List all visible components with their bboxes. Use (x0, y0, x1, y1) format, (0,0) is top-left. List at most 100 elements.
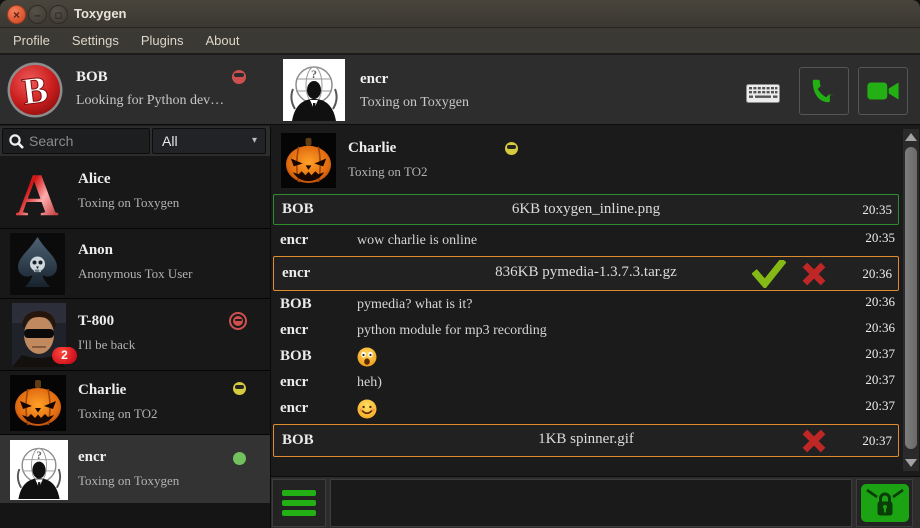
message-author: encr (280, 322, 308, 339)
menubar: Profile Settings Plugins About (0, 28, 920, 54)
contact-row-t800[interactable]: T-800 I'll be back 2 (0, 298, 270, 370)
message-file-transfer-pending: encr 836KB pymedia-1.3.7.3.tar.gz 20:36 (273, 256, 899, 291)
peer-status-message: Toxing on TO2 (348, 164, 428, 180)
message-author: BOB (280, 348, 312, 365)
message-author: encr (280, 374, 308, 391)
composer-bar (271, 476, 920, 528)
active-friend-status-message: Toxing on Toxygen (360, 95, 469, 111)
message-time: 20:35 (865, 230, 895, 246)
message-time: 20:35 (862, 202, 892, 218)
top-panel: B BOB Looking for Python dev… ? en (0, 55, 920, 125)
svg-text:?: ? (36, 450, 42, 462)
phone-icon (809, 76, 839, 106)
self-status-message: Looking for Python dev… (76, 93, 224, 109)
titlebar: × – ◻ Toxygen (0, 0, 920, 28)
message-file-transfer-done: BOB 6KB toxygen_inline.png 20:35 (273, 194, 899, 225)
avatar-pumpkin-icon (10, 375, 66, 431)
message-text: encr wow charlie is online 20:35 (272, 229, 901, 254)
self-status-busy-icon (232, 70, 246, 84)
search-input[interactable] (29, 129, 147, 153)
minimize-button[interactable]: – (28, 5, 47, 24)
avatar-pumpkin-icon (281, 133, 336, 188)
avatar-anonymous-icon: ? (283, 59, 345, 121)
message-body: pymedia? what is it? (357, 297, 472, 313)
message-time: 20:36 (865, 320, 895, 336)
svg-text:B: B (20, 69, 50, 114)
contact-name: Anon (78, 242, 113, 259)
message-input[interactable] (330, 479, 852, 527)
active-friend-name: encr (360, 71, 388, 88)
contact-status-away-icon (233, 382, 246, 395)
contact-name: Charlie (78, 382, 126, 399)
contact-status-busy-icon (229, 312, 247, 330)
self-name: BOB (76, 69, 108, 86)
peer-name: Charlie (348, 140, 396, 157)
contact-status-message: Anonymous Tox User (78, 266, 192, 282)
message-time: 20:37 (865, 346, 895, 362)
message-emoji: BOB 20:37 (272, 345, 901, 370)
message-author: BOB (280, 296, 312, 313)
toxygen-window: × – ◻ Toxygen Profile Settings Plugins A… (0, 0, 920, 528)
message-text: BOB pymedia? what is it? 20:36 (272, 293, 901, 318)
contact-status-online-icon (233, 452, 246, 465)
message-time: 20:36 (862, 266, 892, 282)
maximize-button[interactable]: ◻ (49, 5, 68, 24)
message-text: encr python module for mp3 recording 20:… (272, 319, 901, 344)
search-row: All ▾ (0, 126, 270, 156)
sidebar-footer (0, 503, 270, 528)
chat-menu-button[interactable] (272, 479, 326, 527)
message-author: encr (280, 232, 308, 249)
contact-filter-dropdown[interactable]: All ▾ (152, 128, 266, 154)
message-text: encr heh) 20:37 (272, 371, 901, 396)
smiling-face-emoji-icon (357, 399, 377, 424)
scroll-up-arrow-icon[interactable] (905, 133, 917, 141)
keyboard-icon[interactable] (746, 84, 780, 108)
search-icon (8, 133, 25, 155)
avatar-anonymous-icon: ? (10, 440, 68, 500)
avatar-spade-skull-icon (10, 233, 65, 295)
send-message-button[interactable] (856, 479, 913, 527)
encrypted-send-icon (860, 483, 910, 523)
contact-row-charlie[interactable]: Charlie Toxing on TO2 (0, 370, 270, 434)
avatar-bob-icon: B (7, 62, 63, 118)
close-button[interactable]: × (7, 5, 26, 24)
audio-call-button[interactable] (799, 67, 849, 115)
message-body: wow charlie is online (357, 233, 477, 249)
menu-plugins[interactable]: Plugins (130, 28, 195, 54)
chat-scrollbar[interactable] (903, 129, 919, 471)
message-time: 20:37 (862, 433, 892, 449)
active-friend-avatar: ? (283, 59, 345, 121)
file-name: 6KB toxygen_inline.png (274, 201, 898, 218)
accept-file-button[interactable] (752, 260, 786, 293)
menu-settings[interactable]: Settings (61, 28, 130, 54)
shocked-face-emoji-icon (357, 347, 377, 372)
contact-status-message: Toxing on TO2 (78, 406, 158, 422)
peer-info-card: Charlie Toxing on TO2 (271, 126, 901, 190)
contact-status-message: Toxing on Toxygen (78, 195, 179, 211)
video-call-button[interactable] (858, 67, 908, 115)
window-title: Toxygen (74, 0, 127, 28)
decline-file-button[interactable] (800, 261, 828, 292)
video-camera-icon (866, 76, 900, 106)
contact-row-alice[interactable]: A Alice Toxing on Toxygen (0, 158, 270, 228)
decline-file-button[interactable] (800, 428, 828, 459)
message-author: encr (280, 400, 308, 417)
contact-status-message: I'll be back (78, 337, 135, 353)
contact-row-anon[interactable]: Anon Anonymous Tox User (0, 228, 270, 298)
menu-about[interactable]: About (194, 28, 250, 54)
unread-count-badge: 2 (52, 347, 77, 364)
contact-status-message: Toxing on Toxygen (78, 473, 179, 489)
contact-row-encr[interactable]: ? encr Toxing on Toxygen (0, 434, 270, 503)
contact-name: encr (78, 449, 106, 466)
message-time: 20:36 (865, 294, 895, 310)
message-time: 20:37 (865, 398, 895, 414)
message-emoji: encr 20:37 (272, 397, 901, 422)
self-avatar[interactable]: B (7, 62, 63, 118)
search-box (2, 128, 150, 154)
contact-list-panel: All ▾ A Alice Toxing on Toxygen (0, 126, 270, 528)
scroll-down-arrow-icon[interactable] (905, 459, 917, 467)
peer-status-away-icon (505, 142, 518, 155)
scrollbar-thumb[interactable] (905, 147, 917, 449)
menu-profile[interactable]: Profile (2, 28, 61, 54)
chevron-down-icon: ▾ (252, 129, 257, 153)
